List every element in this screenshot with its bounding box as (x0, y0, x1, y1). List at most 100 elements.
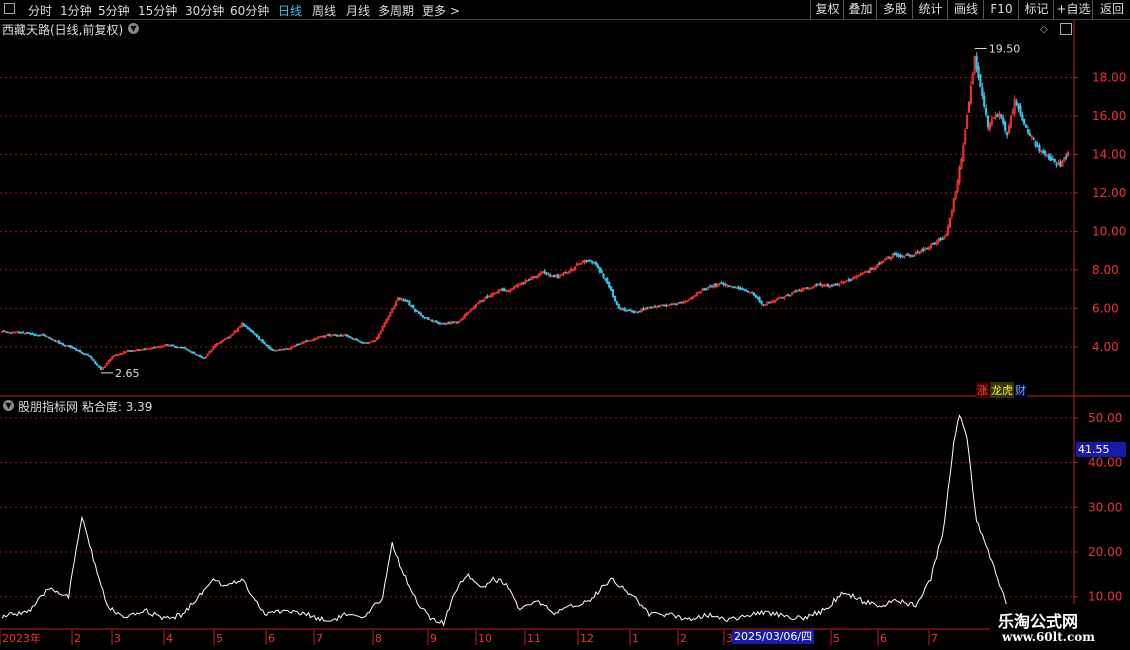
candle-body (349, 336, 352, 339)
collapse-icon[interactable]: ▼ (3, 400, 14, 411)
candle-body (92, 358, 95, 361)
candle-body (413, 308, 417, 312)
stock-chart: 18.00 16.00 14.00 12.00 10.00 8.00 6.00 4.00 50.… (0, 20, 1130, 645)
candle-body (733, 286, 736, 288)
candle-body (754, 294, 757, 298)
candle-body (31, 333, 34, 335)
candle-body (35, 334, 38, 337)
candle-body (143, 348, 146, 351)
candle-body (90, 356, 93, 360)
candle-body (305, 340, 308, 342)
time-axis-label: 3 (114, 632, 121, 645)
candle-body (406, 300, 409, 302)
candle-body (809, 287, 813, 290)
price-tick-label: 4.00 (1092, 340, 1119, 354)
candle-body (604, 278, 607, 281)
candle-body (670, 303, 674, 305)
candle-body (533, 276, 537, 278)
indicator-tick-label: 20.00 (1088, 545, 1122, 559)
candle-body (1059, 161, 1062, 167)
candle-body (549, 274, 552, 277)
candle-body (703, 288, 706, 291)
candle-body (1000, 114, 1003, 119)
candle-body (931, 242, 934, 245)
candle-body (752, 292, 756, 296)
candle-body (632, 310, 636, 314)
candle-body (42, 333, 45, 336)
price-tick-label: 8.00 (1092, 263, 1119, 277)
candle-body (714, 283, 717, 287)
candle-body (710, 285, 714, 288)
candle-body (25, 332, 28, 334)
candle-body (596, 264, 599, 268)
candle-body (398, 297, 401, 300)
time-axis-label: 4 (166, 632, 173, 645)
candle-body (1005, 132, 1009, 136)
candle-body (610, 286, 613, 291)
candle-body (739, 288, 742, 290)
candle-body (179, 346, 183, 349)
candle-body (870, 268, 874, 270)
candle-body (193, 351, 196, 354)
candle-body (286, 348, 289, 350)
candle-body (1017, 103, 1020, 109)
candle-body (423, 316, 426, 319)
time-axis-label: 5 (833, 632, 840, 645)
price-tick-label: 10.00 (1092, 224, 1126, 238)
low-price-label: 2.65 (115, 367, 140, 380)
candle-body (33, 334, 36, 336)
candle-body (59, 342, 63, 345)
candle-body (427, 317, 430, 320)
price-tick-label: 16.00 (1092, 109, 1126, 123)
candle-body (522, 282, 525, 285)
candle-body (282, 348, 285, 351)
candle-body (185, 348, 188, 351)
candle-body (1047, 154, 1051, 160)
badge-zhang[interactable]: 涨 (976, 382, 989, 398)
candle-body (663, 304, 666, 307)
candle-body (252, 330, 255, 334)
candle-body (82, 353, 85, 355)
candle-body (1042, 150, 1045, 154)
candle-body (619, 308, 622, 311)
candle-body (615, 301, 618, 305)
time-axis-label: 2023年 (2, 631, 41, 645)
candle-body (366, 342, 369, 344)
candle-body (629, 309, 632, 312)
time-axis-label: 11 (527, 632, 541, 645)
candle-body (836, 283, 839, 286)
candle-body (187, 349, 190, 352)
candle-body (1021, 114, 1024, 121)
badge-cai[interactable]: 财 (1014, 382, 1027, 398)
candle-body (887, 256, 891, 259)
candle-body (678, 301, 681, 304)
candle-body (933, 242, 936, 245)
candle-body (259, 339, 262, 342)
candle-body (819, 283, 822, 286)
candle-body (741, 288, 744, 291)
candle-body (96, 363, 99, 366)
price-tick-label: 18.00 (1092, 70, 1126, 84)
candle-body (181, 346, 184, 349)
candle-body (307, 339, 310, 342)
candle-body (444, 323, 447, 325)
candle-body (983, 95, 986, 107)
candle-body (985, 108, 988, 115)
candle-body (847, 278, 851, 281)
indicator-name: 股朋指标网 (18, 400, 79, 414)
candle-body (78, 350, 82, 353)
badge-longhu[interactable]: 龙虎 (990, 382, 1014, 398)
time-axis-label: 7 (316, 632, 323, 645)
candle-body (901, 255, 904, 258)
indicator-tick-label: 50.00 (1088, 411, 1122, 425)
indicator-current-value: 41.55 (1076, 442, 1126, 457)
candle-body (63, 344, 66, 347)
candle-body (295, 344, 299, 346)
candle-body (358, 340, 361, 343)
candle-body (827, 284, 830, 287)
indicator-tick-label: 40.00 (1088, 456, 1122, 470)
candle-body (37, 334, 40, 337)
time-axis-label: 6 (268, 632, 275, 645)
candle-body (1004, 121, 1007, 131)
candle-body (600, 270, 603, 274)
